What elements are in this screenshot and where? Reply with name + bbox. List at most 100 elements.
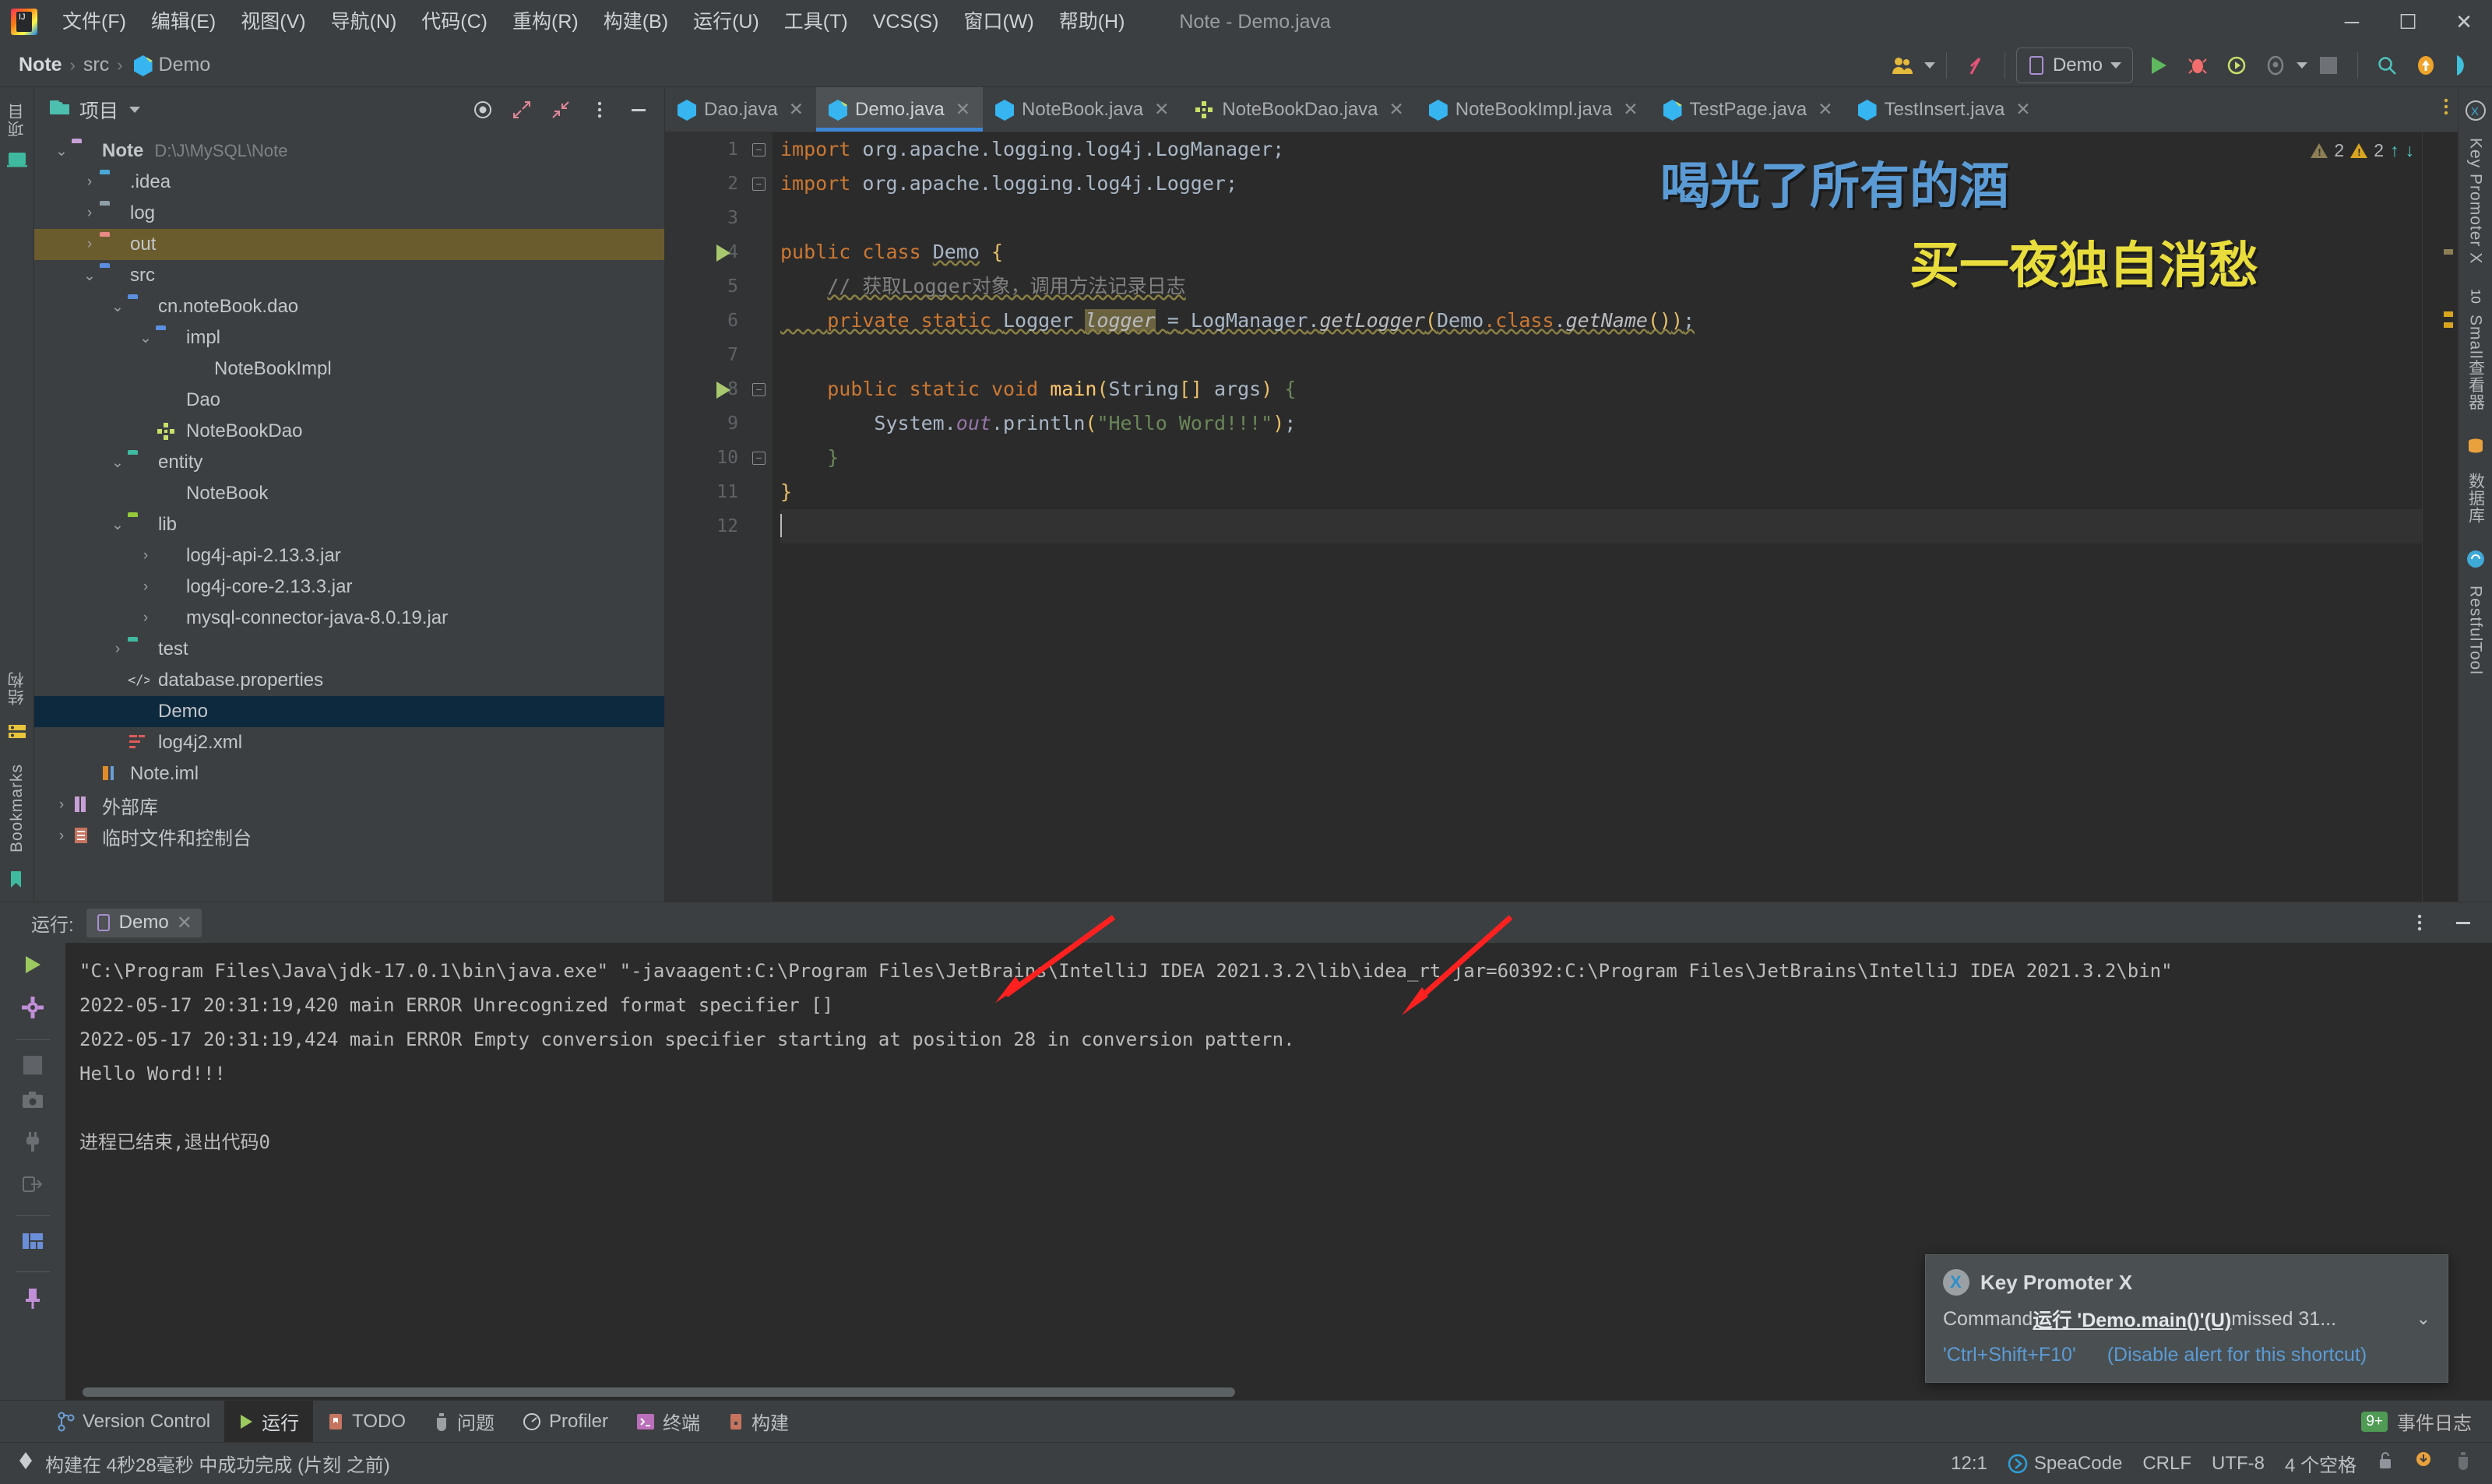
sidebar-item-structure[interactable]: 结构: [5, 663, 29, 713]
close-tab-icon[interactable]: ✕: [789, 99, 804, 120]
tree-expand-arrow-icon[interactable]: ›: [107, 641, 128, 658]
run-gutter-icon[interactable]: [716, 382, 730, 399]
fold-marker[interactable]: −: [752, 178, 766, 191]
tree-expand-arrow-icon[interactable]: ⌄: [107, 454, 128, 472]
chevron-down-icon[interactable]: ⌄: [2416, 1309, 2430, 1329]
disable-alert-link[interactable]: (Disable alert for this shortcut): [2107, 1344, 2367, 1366]
profiler-dropdown-icon[interactable]: [2297, 62, 2307, 69]
key-promoter-notification[interactable]: Key Promoter X Command 运行 'Demo.main()'(…: [1925, 1254, 2448, 1383]
tree-expand-arrow-icon[interactable]: ›: [136, 578, 156, 596]
tree-node-database-properties[interactable]: </> database.properties: [34, 665, 664, 696]
toolwindow-build[interactable]: 构建: [714, 1401, 803, 1443]
close-tab-icon[interactable]: ✕: [1818, 99, 1832, 120]
menu-help[interactable]: 帮助(H): [1047, 0, 1138, 44]
tree-node-mysql-connector-java-8-0-19-jar[interactable]: › mysql-connector-java-8.0.19.jar: [34, 603, 664, 634]
branch-icon[interactable]: [1958, 47, 1994, 83]
toolwindow-run[interactable]: 运行: [224, 1400, 314, 1443]
run-gutter-icon[interactable]: [716, 244, 730, 262]
event-log-area[interactable]: 9+ 事件日志: [2361, 1408, 2492, 1435]
menu-vcs[interactable]: VCS(S): [861, 0, 952, 44]
minimize-button[interactable]: ─: [2324, 0, 2380, 44]
caret-position[interactable]: 12:1: [1951, 1453, 1987, 1475]
error-stripe-marker-bar[interactable]: [2422, 132, 2458, 902]
run-tab-demo[interactable]: Demo ✕: [86, 908, 202, 937]
stop-icon[interactable]: [23, 1056, 42, 1074]
close-tab-icon[interactable]: ✕: [1389, 99, 1404, 120]
console-hscrollbar[interactable]: [65, 1387, 2492, 1397]
tree-node-log[interactable]: › log: [34, 198, 664, 229]
editor-tab-testinsert[interactable]: TestInsert.java ✕: [1846, 87, 2043, 132]
code-editor[interactable]: 1 2 3 4 5 6 7 8 9 10 11 12 − − − − import org.apach…: [665, 132, 2458, 902]
editor-tab-demo[interactable]: Demo.java ✕: [816, 87, 984, 132]
menu-code[interactable]: 代码(C): [409, 0, 500, 44]
ide-icon[interactable]: [2447, 47, 2483, 83]
tree-node-notebookdao[interactable]: NoteBookDao: [34, 416, 664, 447]
more-options-icon[interactable]: [2402, 905, 2437, 941]
close-tab-icon[interactable]: ✕: [1623, 99, 1638, 120]
tree-node-demo[interactable]: Demo: [34, 696, 664, 727]
search-icon[interactable]: [2369, 47, 2405, 83]
event-log-label[interactable]: 事件日志: [2397, 1408, 2472, 1435]
debug-button[interactable]: [2180, 47, 2216, 83]
tree-node-notebook[interactable]: NoteBook: [34, 478, 664, 509]
tree-expand-arrow-icon[interactable]: ›: [136, 610, 156, 627]
expand-all-icon[interactable]: [504, 92, 540, 128]
tree-expand-arrow-icon[interactable]: ›: [79, 205, 100, 222]
stripe-marker[interactable]: [2444, 311, 2453, 317]
editor-tab-dao[interactable]: Dao.java ✕: [665, 87, 816, 132]
tree-node--[interactable]: › 临时文件和控制台: [34, 821, 664, 852]
layout-icon[interactable]: [22, 1232, 44, 1256]
toolwindow-problems[interactable]: 问题: [420, 1401, 509, 1443]
file-encoding[interactable]: UTF-8: [2212, 1453, 2265, 1475]
editor-tab-testpage[interactable]: TestPage.java ✕: [1651, 87, 1846, 132]
tree-node-note[interactable]: ⌄ Note D:\J\MySQL\Note: [34, 135, 664, 167]
tree-expand-arrow-icon[interactable]: ⌄: [51, 142, 72, 160]
tree-node-out[interactable]: › out: [34, 229, 664, 260]
fold-marker[interactable]: −: [752, 452, 766, 465]
tree-expand-arrow-icon[interactable]: ⌄: [107, 298, 128, 316]
editor-tab-notebook[interactable]: NoteBook.java ✕: [983, 87, 1181, 132]
chevron-down-icon[interactable]: [2110, 62, 2121, 69]
tree-node-notebookimpl[interactable]: NoteBookImpl: [34, 353, 664, 385]
tree-node-log4j-api-2-13-3-jar[interactable]: › log4j-api-2.13.3.jar: [34, 540, 664, 571]
fold-marker[interactable]: −: [752, 383, 766, 396]
rerun-icon[interactable]: [22, 954, 44, 981]
inspection-summary[interactable]: 2 2 ↑ ↓: [2311, 140, 2414, 161]
tree-node--idea[interactable]: › .idea: [34, 167, 664, 198]
run-configuration-selector[interactable]: Demo: [2015, 47, 2133, 83]
tree-expand-arrow-icon[interactable]: ›: [51, 797, 72, 814]
tree-expand-arrow-icon[interactable]: ›: [136, 547, 156, 564]
more-options-icon[interactable]: [582, 92, 618, 128]
stripe-marker[interactable]: [2444, 322, 2453, 328]
menu-refactor[interactable]: 重构(R): [500, 0, 591, 44]
chevron-down-icon[interactable]: [129, 107, 141, 113]
more-options-icon[interactable]: [2442, 97, 2450, 122]
settings-icon[interactable]: [22, 997, 44, 1024]
close-tab-icon[interactable]: ✕: [2015, 99, 2030, 120]
toolwindow-todo[interactable]: TODO: [313, 1401, 420, 1443]
collapse-all-icon[interactable]: [543, 92, 579, 128]
tree-node-log4j-core-2-13-3-jar[interactable]: › log4j-core-2.13.3.jar: [34, 571, 664, 603]
stop-button[interactable]: [2311, 47, 2346, 83]
next-highlight-icon[interactable]: ↓: [2406, 140, 2415, 161]
tree-node-note-iml[interactable]: Note.iml: [34, 758, 664, 789]
pin-icon[interactable]: [23, 1288, 42, 1315]
menu-tools[interactable]: 工具(T): [772, 0, 861, 44]
menu-edit[interactable]: 编辑(E): [139, 0, 228, 44]
run-with-coverage-button[interactable]: [2219, 47, 2254, 83]
project-tree[interactable]: ⌄ Note D:\J\MySQL\Note › .idea › log › out ⌄ src ⌄ c…: [34, 132, 664, 902]
tree-node-impl[interactable]: ⌄ impl: [34, 322, 664, 353]
maximize-button[interactable]: ☐: [2380, 0, 2436, 44]
close-tab-icon[interactable]: ✕: [1154, 99, 1169, 120]
tree-node--[interactable]: › 外部库: [34, 789, 664, 821]
breadcrumb-demo[interactable]: Demo: [159, 54, 211, 76]
people-icon[interactable]: [1885, 47, 1921, 83]
update-project-icon[interactable]: [2408, 47, 2444, 83]
tree-node-entity[interactable]: ⌄ entity: [34, 447, 664, 478]
tree-expand-arrow-icon[interactable]: ›: [51, 828, 72, 845]
fold-marker[interactable]: −: [752, 143, 766, 156]
breadcrumb-project[interactable]: Note: [19, 54, 62, 76]
tree-node-cn-notebook-dao[interactable]: ⌄ cn.noteBook.dao: [34, 291, 664, 322]
sidebar-item-project[interactable]: 项目: [5, 95, 29, 145]
sidebar-item-database[interactable]: 数据库: [2464, 465, 2487, 532]
